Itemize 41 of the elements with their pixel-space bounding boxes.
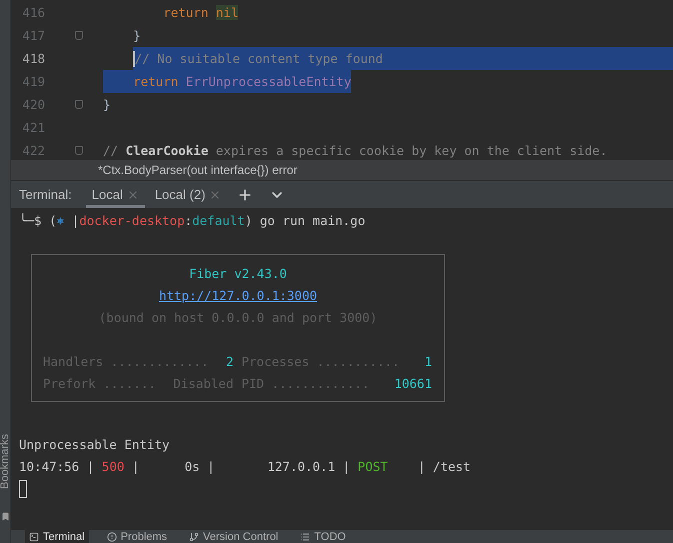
line-number: 416 — [21, 5, 45, 20]
stat-value: 10661 — [394, 375, 432, 393]
session-tab[interactable]: Local (2) — [148, 181, 228, 208]
line-number: 419 — [21, 74, 45, 89]
code-line: } — [103, 96, 112, 114]
tool-window-tab[interactable]: TODO — [296, 530, 350, 543]
plus-icon[interactable] — [237, 186, 254, 202]
terminal-icon — [29, 532, 39, 542]
banner-title: Fiber v2.43.0 — [189, 265, 287, 283]
terminal-cursor — [19, 480, 27, 498]
url-link[interactable]: http://127.0.0.1:3000 — [158, 285, 318, 307]
close-icon[interactable] — [209, 188, 222, 200]
code-line: return ErrUnprocessableEntity — [103, 70, 673, 93]
terminal-label: Terminal: — [19, 186, 73, 204]
fold-icon[interactable] — [75, 31, 83, 40]
line-number: 417 — [21, 28, 45, 43]
tool-window-tab[interactable]: Terminal — [25, 530, 89, 543]
breadcrumb[interactable]: *Ctx.BodyParser(out interface{}) error — [98, 163, 298, 177]
code-line: // ClearCookie expires a specific cookie by key on the client side. — [103, 142, 608, 160]
line-number: 418 — [21, 51, 45, 66]
bookmark-icon[interactable] — [0, 512, 10, 521]
fold-icon[interactable] — [75, 100, 83, 109]
branch-icon — [189, 532, 200, 542]
session-tab[interactable]: Local — [86, 181, 145, 208]
code-line: } — [132, 27, 142, 45]
line-number: 422 — [21, 143, 45, 158]
tool-window-tab[interactable]: Problems — [102, 530, 172, 543]
stat-value: 2 — [226, 353, 234, 371]
error-message: Unprocessable Entity — [19, 436, 170, 454]
tool-window-tab[interactable]: Version Control — [185, 530, 282, 543]
line-number: 420 — [21, 97, 45, 112]
log-line: 10:47:56 | 500 | 0s | 127.0.0.1 | POST | /test — [19, 458, 471, 476]
close-icon[interactable] — [126, 188, 139, 200]
alert-icon — [106, 532, 117, 542]
bookmarks-label[interactable]: Bookmarks — [0, 427, 11, 489]
code-line: return nil — [162, 4, 240, 22]
stat-value: 1 — [424, 353, 432, 371]
line-number: 421 — [21, 120, 45, 135]
list-icon — [300, 532, 310, 542]
fold-icon[interactable] — [75, 146, 83, 155]
prompt-line: ╰─$ (⎈ |docker-desktop:default) go run main.go — [19, 212, 366, 230]
